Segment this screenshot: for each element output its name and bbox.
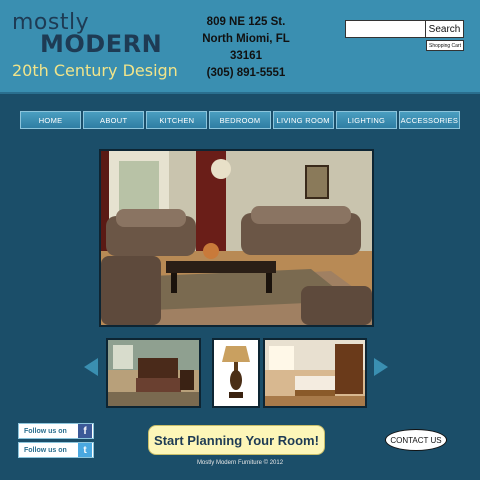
hero-living-room-image	[99, 149, 374, 327]
thumbnail-bedroom-image[interactable]	[106, 338, 201, 408]
nav-bedroom[interactable]: BEDROOM	[209, 111, 271, 129]
address-street: 809 NE 125 St.	[206, 16, 286, 28]
logo-modern[interactable]: MODERN	[40, 30, 162, 58]
nav-about[interactable]: ABOUT	[83, 111, 145, 129]
site-header: mostly MODERN 20th Century Design 809 NE…	[0, 0, 480, 94]
contact-us-button[interactable]: CONTACT US	[385, 429, 447, 451]
address-phone: (305) 891-5551	[206, 67, 286, 79]
carousel-next-arrow[interactable]	[374, 358, 388, 376]
twitter-follow-label: Follow us on	[24, 446, 67, 454]
twitter-follow-link[interactable]: Follow us on t	[18, 442, 94, 458]
start-planning-button[interactable]: Start Planning Your Room!	[148, 425, 325, 455]
main-nav: HOME ABOUT KITCHEN BEDROOM LIVING ROOM L…	[20, 111, 460, 129]
nav-living-room[interactable]: LIVING ROOM	[272, 111, 334, 129]
twitter-icon: t	[78, 443, 92, 457]
footer-copyright: Mostly Modern Furniture © 2012	[196, 460, 284, 466]
nav-home[interactable]: HOME	[20, 111, 82, 129]
nav-lighting[interactable]: LIGHTING	[335, 111, 397, 129]
address-city: North Miomi, FL 33161	[202, 33, 290, 62]
nav-kitchen[interactable]: KITCHEN	[146, 111, 208, 129]
store-address: 809 NE 125 St. North Miomi, FL 33161 (30…	[186, 14, 306, 82]
shopping-cart-button[interactable]: Shopping Cart	[426, 40, 464, 51]
search-input[interactable]	[345, 20, 429, 38]
carousel-prev-arrow[interactable]	[84, 358, 98, 376]
thumbnail-lamp-image[interactable]	[212, 338, 260, 408]
facebook-follow-label: Follow us on	[24, 427, 67, 435]
search-button[interactable]: Search	[425, 20, 464, 38]
facebook-follow-link[interactable]: Follow us on f	[18, 423, 94, 439]
facebook-icon: f	[78, 424, 92, 438]
nav-accessories[interactable]: ACCESSORIES	[398, 111, 460, 129]
logo-tagline: 20th Century Design	[12, 61, 178, 80]
thumbnail-kitchen-image[interactable]	[263, 338, 367, 408]
